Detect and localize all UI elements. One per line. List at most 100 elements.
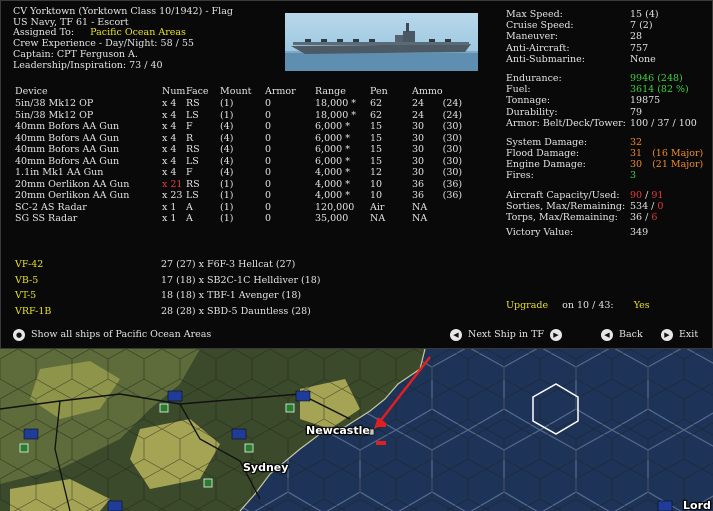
town-label-newcastle[interactable]: Newcastle bbox=[306, 424, 370, 437]
air-unit-row[interactable]: VB-5 17 (18) x SB2C-1C Helldiver (18) bbox=[15, 274, 321, 290]
strategic-map[interactable]: Newcastle Sydney Lord bbox=[0, 348, 713, 511]
sorties-max: 534 bbox=[630, 200, 649, 212]
stat-label: Fires: bbox=[506, 170, 534, 182]
device-num: x 4 bbox=[162, 132, 177, 144]
device-row[interactable]: 1.1in Mk1 AA Gun x 4 F (4) 0 4,000 * 12 30 (30) bbox=[15, 168, 465, 180]
device-row[interactable]: SG SS Radar x 1 A (1) 0 35,000 NA NA bbox=[15, 214, 465, 226]
device-mount: (4) bbox=[220, 167, 234, 179]
device-ammo: NA bbox=[412, 201, 428, 213]
air-unit-row[interactable]: VT-5 18 (18) x TBF-1 Avenger (18) bbox=[15, 289, 321, 305]
stat-label: Armor: Belt/Deck/Tower: bbox=[506, 117, 626, 129]
device-ammo-max: (30) bbox=[442, 155, 463, 167]
show-all-ships-button[interactable]: ● Show all ships of Pacific Ocean Areas bbox=[13, 329, 211, 341]
stat-row: Anti-Submarine: None bbox=[506, 53, 703, 66]
upgrade-toggle[interactable]: Upgrade bbox=[506, 300, 548, 311]
upgrade-row: Upgrade on 10 / 43: Yes bbox=[506, 300, 650, 312]
device-num: x 4 bbox=[162, 167, 177, 179]
device-row[interactable]: 20mm Oerlikon AA Gun x 23 LS (1) 0 4,000 * 10 3… bbox=[15, 191, 465, 203]
stat-value: 79 bbox=[630, 106, 643, 118]
back-button[interactable]: ◀ Back bbox=[601, 329, 643, 341]
device-name: 40mm Bofors AA Gun bbox=[15, 144, 120, 156]
device-name: 20mm Oerlikon AA Gun bbox=[15, 178, 130, 190]
device-range: 6,000 * bbox=[315, 144, 350, 156]
aircraft-used-value: 91 bbox=[651, 189, 664, 201]
device-range: 6,000 * bbox=[315, 155, 350, 167]
victory-value: 349 bbox=[630, 227, 649, 239]
device-pen: 15 bbox=[370, 155, 383, 167]
device-ammo: NA bbox=[412, 213, 428, 225]
device-row[interactable]: 5in/38 Mk12 OP x 4 RS (1) 0 18,000 * 62 24 (24) bbox=[15, 97, 465, 111]
device-row[interactable]: 40mm Bofors AA Gun x 4 R (4) 0 6,000 * 15 30 (30… bbox=[15, 133, 465, 145]
air-group-list: VF-42 27 (27) x F6F-3 Hellcat (27) VB-5 17 … bbox=[15, 258, 321, 320]
torps-label: Torps, Max/Remaining: bbox=[506, 212, 618, 223]
device-ammo-max bbox=[443, 202, 465, 214]
stat-extra: (21 Major) bbox=[652, 159, 704, 171]
device-row[interactable]: 5in/38 Mk12 OP x 4 LS (1) 0 18,000 * 62 24 (24) bbox=[15, 110, 465, 122]
leadership-rating: Leadership/Inspiration: 73 / 40 bbox=[13, 59, 163, 71]
device-pen: Air bbox=[370, 201, 385, 213]
device-num: x 1 bbox=[162, 201, 177, 213]
next-ship-button[interactable]: ◀ Next Ship in TF ▶ bbox=[450, 329, 562, 341]
stat-row: Armor: Belt/Deck/Tower: 100 / 37 / 100 bbox=[506, 117, 703, 130]
exit-button[interactable]: ▶ Exit bbox=[661, 329, 698, 341]
ship-header: CV Yorktown (Yorktown Class 10/1942) - F… bbox=[13, 6, 233, 71]
device-armor: 0 bbox=[265, 155, 272, 167]
device-ammo-max: (30) bbox=[442, 132, 463, 144]
device-mount: (1) bbox=[220, 201, 234, 213]
device-row[interactable]: SC-2 AS Radar x 1 A (1) 0 120,000 Air NA bbox=[15, 202, 465, 214]
col-device: Device bbox=[15, 86, 48, 98]
device-ammo-max: (24) bbox=[442, 97, 463, 109]
device-mount: (4) bbox=[220, 121, 234, 133]
device-range: 4,000 * bbox=[315, 167, 350, 179]
device-pen: 10 bbox=[370, 190, 383, 202]
device-face: RS bbox=[186, 178, 200, 190]
back-label: Back bbox=[619, 328, 643, 340]
device-ammo-max: (30) bbox=[442, 121, 463, 133]
stat-value: 28 bbox=[630, 31, 643, 43]
exit-arrow-icon: ▶ bbox=[661, 329, 673, 341]
air-unit-row[interactable]: VF-42 27 (27) x F6F-3 Hellcat (27) bbox=[15, 258, 321, 274]
next-ship-label: Next Ship in TF bbox=[468, 328, 544, 340]
device-range: 6,000 * bbox=[315, 121, 350, 133]
ship-info-panel: CV Yorktown (Yorktown Class 10/1942) - F… bbox=[0, 0, 713, 349]
device-face: F bbox=[186, 167, 193, 179]
upgrade-date: on 10 / 43: bbox=[562, 300, 614, 311]
air-unit-detail: 18 (18) x TBF-1 Avenger (18) bbox=[161, 290, 302, 302]
air-unit-name[interactable]: VB-5 bbox=[15, 274, 161, 290]
device-pen: 62 bbox=[370, 97, 383, 109]
air-unit-name[interactable]: VRF-1B bbox=[15, 305, 161, 321]
device-num: x 4 bbox=[162, 144, 177, 156]
device-pen: 10 bbox=[370, 178, 383, 190]
stat-label: Tonnage: bbox=[506, 95, 551, 107]
device-num: x 4 bbox=[162, 121, 177, 133]
device-row[interactable]: 40mm Bofors AA Gun x 4 F (4) 0 6,000 * 15 30 (30… bbox=[15, 121, 465, 134]
captain-name[interactable]: Captain: CPT Ferguson A. bbox=[13, 49, 233, 61]
device-ammo: 36 bbox=[412, 178, 425, 190]
town-label-sydney[interactable]: Sydney bbox=[243, 461, 288, 474]
device-rows: 5in/38 Mk12 OP x 4 RS (1) 0 18,000 * 62 24 (24) 5… bbox=[15, 97, 465, 226]
stat-row: Tonnage: 19875 bbox=[506, 95, 703, 107]
stat-value: None bbox=[630, 53, 656, 65]
assigned-label: Assigned To: bbox=[13, 27, 75, 39]
device-name: 1.1in Mk1 AA Gun bbox=[15, 167, 104, 179]
device-row[interactable]: 40mm Bofors AA Gun x 4 RS (4) 0 6,000 * 15 30 (3… bbox=[15, 145, 465, 157]
device-pen: 62 bbox=[370, 109, 383, 121]
air-unit-name[interactable]: VF-42 bbox=[15, 258, 161, 274]
device-row[interactable]: 20mm Oerlikon AA Gun x 21 RS (1) 0 4,000 * 10 3… bbox=[15, 179, 465, 191]
device-row[interactable]: 40mm Bofors AA Gun x 4 LS (4) 0 6,000 * 15 30 (3… bbox=[15, 156, 465, 168]
device-num: x 4 bbox=[162, 97, 177, 109]
dot-icon: ● bbox=[13, 329, 25, 341]
stat-value: 19875 bbox=[630, 95, 661, 107]
device-pen: 15 bbox=[370, 132, 383, 144]
right-arrow-icon: ▶ bbox=[550, 329, 562, 341]
air-unit-row[interactable]: VRF-1B 28 (28) x SBD-5 Dauntless (28) bbox=[15, 305, 321, 321]
device-ammo: 24 bbox=[412, 97, 425, 109]
device-range: 18,000 * bbox=[315, 109, 357, 121]
device-face: LS bbox=[186, 109, 199, 121]
device-armor: 0 bbox=[265, 109, 272, 121]
air-unit-name[interactable]: VT-5 bbox=[15, 289, 161, 305]
victory-value-row: Victory Value: 349 bbox=[506, 227, 703, 239]
assigned-command-link[interactable]: Pacific Ocean Areas bbox=[90, 27, 186, 39]
exit-label: Exit bbox=[679, 328, 699, 340]
town-label-lord[interactable]: Lord bbox=[683, 499, 711, 511]
